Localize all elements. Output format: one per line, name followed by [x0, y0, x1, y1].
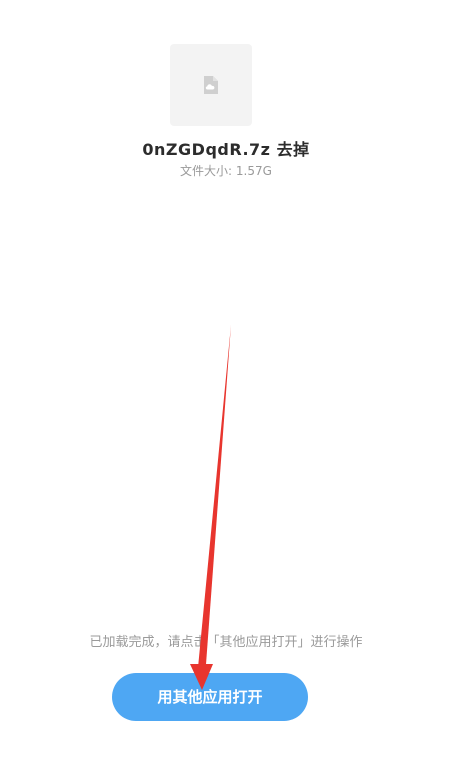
file-size: 文件大小: 1.57G: [180, 164, 272, 178]
file-name: 0nZGDqdR.7z 去掉: [142, 140, 310, 159]
cloud-file-icon: [204, 76, 218, 94]
open-with-other-app-button[interactable]: 用其他应用打开: [112, 673, 308, 721]
file-thumbnail: [170, 44, 252, 126]
file-open-screen: 0nZGDqdR.7z 去掉 文件大小: 1.57G 已加载完成，请点击「其他应…: [0, 0, 452, 759]
load-complete-hint: 已加载完成，请点击「其他应用打开」进行操作: [89, 635, 363, 650]
